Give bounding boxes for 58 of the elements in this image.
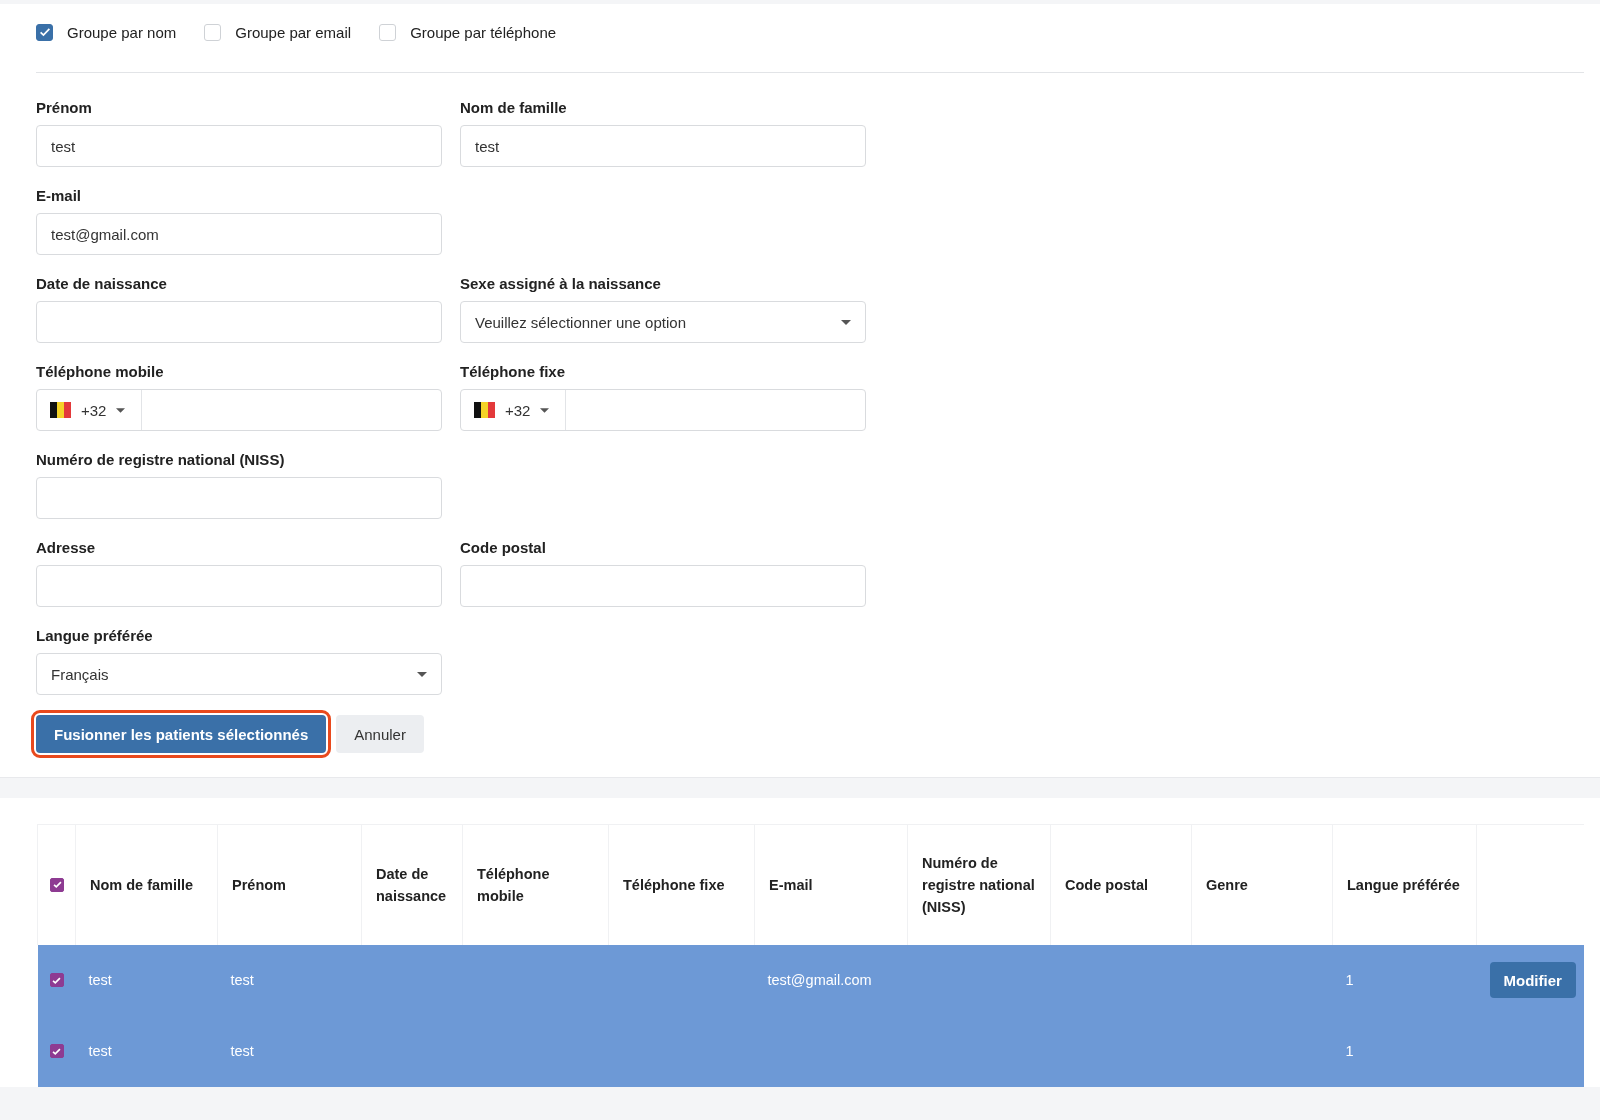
field-label: E-mail	[36, 187, 82, 204]
input-field[interactable]: test@gmail.com	[36, 213, 442, 255]
input-field[interactable]: test	[36, 125, 442, 167]
checkbox-label: Groupe par nom	[67, 23, 177, 41]
check-icon	[51, 879, 63, 891]
field-label: Sexe assigné à la naissance	[460, 275, 662, 292]
phone-field[interactable]: +32	[36, 389, 442, 431]
column-header: Langue préférée	[1347, 876, 1460, 893]
table-cell: test	[230, 972, 254, 988]
column-header: Code postal	[1065, 876, 1148, 893]
checkbox[interactable]	[36, 23, 53, 41]
column-header: Date de naissance	[376, 865, 447, 904]
field-label: Adresse	[36, 539, 97, 556]
phone-field[interactable]: +32	[460, 389, 866, 431]
input-field[interactable]	[460, 565, 866, 607]
column-header: Numéro de registre national (NISS)	[922, 854, 1035, 915]
edit-button[interactable]: Modifier	[1489, 962, 1576, 998]
input-field[interactable]	[36, 477, 442, 519]
country-selector[interactable]: +32	[37, 390, 142, 430]
field-label: Langue préférée	[36, 627, 154, 644]
column-header: Nom de famille	[90, 876, 194, 893]
caret-icon	[841, 319, 851, 325]
checkbox-label: Groupe par email	[235, 23, 352, 41]
field-label: Date de naissance	[36, 275, 168, 292]
field-label: Téléphone mobile	[36, 363, 165, 380]
input-field[interactable]	[36, 565, 442, 607]
input-field[interactable]: test	[460, 125, 866, 167]
select-field[interactable]: Français	[36, 653, 442, 695]
checkbox-label: Groupe par téléphone	[410, 23, 557, 41]
field-label: Code postal	[460, 539, 547, 556]
table-cell: test	[88, 1043, 112, 1059]
table-cell: test	[88, 972, 112, 988]
caret-icon	[116, 407, 126, 413]
checkbox[interactable]	[50, 877, 64, 892]
table-cell: 1	[1345, 1043, 1354, 1059]
column-header: Genre	[1206, 876, 1248, 893]
column-header: E-mail	[769, 876, 813, 893]
field-label: Prénom	[36, 99, 93, 116]
checkbox[interactable]	[49, 1044, 64, 1058]
column-header: Prénom	[232, 876, 286, 893]
input-field[interactable]	[36, 301, 442, 343]
column-header: Téléphone mobile	[477, 865, 550, 904]
country-selector[interactable]: +32	[461, 390, 566, 430]
caret-icon	[540, 407, 550, 413]
field-label: Téléphone fixe	[460, 363, 567, 380]
flag-icon	[474, 402, 495, 418]
table-cell: 1	[1345, 972, 1354, 988]
select-field[interactable]: Veuillez sélectionner une option	[460, 301, 866, 343]
checkbox[interactable]	[49, 973, 64, 987]
caret-icon	[417, 671, 427, 677]
flag-icon	[50, 402, 71, 418]
table-cell: test@gmail.com	[767, 972, 872, 988]
field-label: Numéro de registre national (NISS)	[36, 451, 286, 468]
cancel-button[interactable]: Annuler	[336, 715, 424, 753]
field-label: Nom de famille	[460, 99, 568, 116]
selected-row[interactable]: test test test@gmail.com 1 Modifier	[37, 944, 1584, 1016]
column-header: Téléphone fixe	[623, 876, 725, 893]
table-cell: test	[230, 1043, 254, 1059]
